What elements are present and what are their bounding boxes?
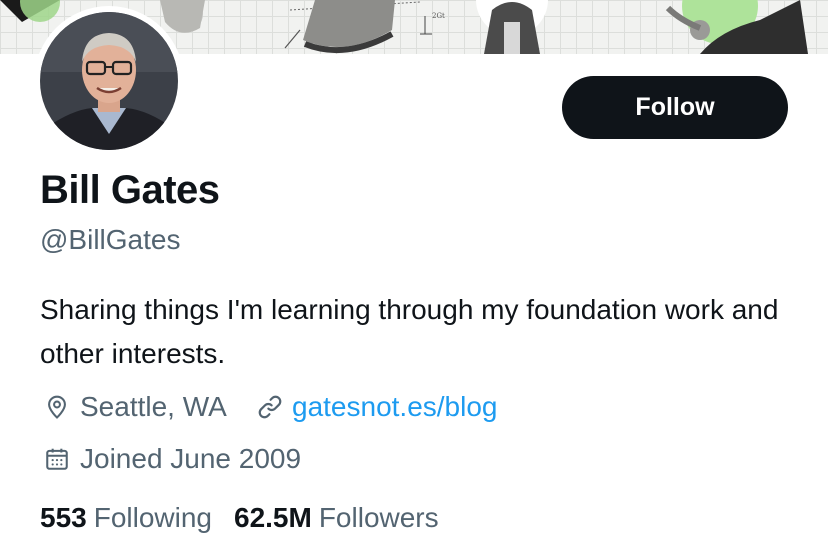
calendar-icon	[46, 448, 68, 470]
follow-button[interactable]: Follow	[562, 76, 788, 139]
location-text: Seattle, WA	[80, 391, 227, 422]
profile-website[interactable]: gatesnot.es/blog	[256, 389, 498, 425]
profile-join-date: Joined June 2009	[44, 441, 301, 477]
profile-avatar[interactable]	[34, 6, 184, 156]
website-link[interactable]: gatesnot.es/blog	[292, 389, 498, 425]
profile-handle: @BillGates	[40, 224, 181, 255]
profile-bio: Sharing things I'm learning through my f…	[40, 294, 779, 369]
followers-label: Followers	[318, 502, 439, 533]
join-date-text: Joined June 2009	[80, 443, 302, 474]
link-icon	[258, 395, 282, 419]
following-stat[interactable]: 553 Following	[40, 500, 212, 536]
avatar-photo	[40, 12, 178, 150]
followers-stat[interactable]: 62.5M Followers	[234, 500, 439, 536]
banner-annotation: 2Gt	[432, 12, 445, 20]
following-count: 553	[40, 502, 87, 533]
profile-stats: 553 Following 62.5M Followers	[40, 500, 439, 536]
following-label: Following	[93, 502, 212, 533]
map-pin-icon	[48, 395, 66, 419]
profile-location: Seattle, WA	[44, 389, 227, 425]
followers-count: 62.5M	[234, 502, 312, 533]
profile-display-name: Bill Gates	[40, 168, 220, 212]
